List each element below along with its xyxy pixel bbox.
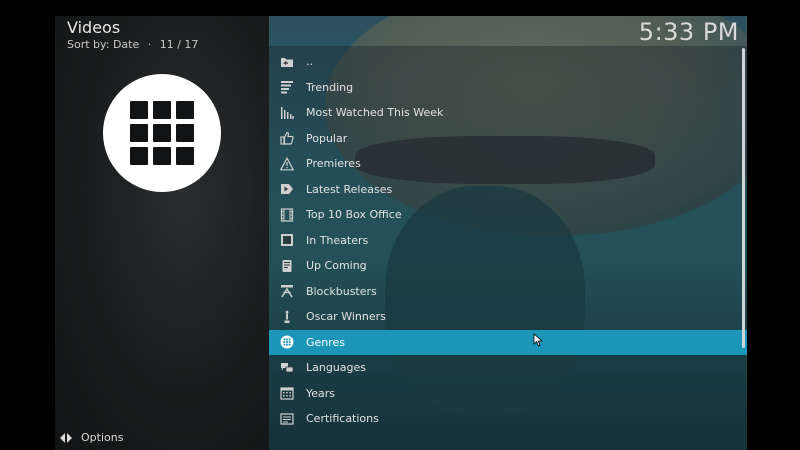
list-item-label: ..: [306, 55, 313, 69]
video-tag-icon: [279, 181, 295, 197]
list-item-popular[interactable]: Popular: [269, 126, 747, 152]
list-item-label: Most Watched This Week: [306, 106, 444, 120]
sort-separator: ·: [147, 38, 152, 51]
list-item-label: Certifications: [306, 412, 379, 426]
mouse-cursor-icon: [533, 332, 544, 351]
list-item-label: Top 10 Box Office: [306, 208, 402, 222]
sort-label[interactable]: Sort by: Date: [67, 38, 139, 51]
list-item-most-watched[interactable]: Most Watched This Week: [269, 100, 747, 126]
list-item-label: Genres: [306, 335, 346, 349]
calendar-page-icon: [279, 258, 295, 274]
list-item-label: Popular: [306, 131, 348, 145]
page-title: Videos: [67, 18, 121, 37]
grid-icon: [279, 334, 295, 350]
item-position: 11 / 17: [159, 38, 199, 51]
list-item-certifications[interactable]: Certifications: [269, 406, 747, 432]
blockbuster-icon: [279, 283, 295, 299]
list-item-label: Languages: [306, 361, 367, 375]
list-item-years[interactable]: Years: [269, 381, 747, 407]
list-item-label: Oscar Winners: [306, 310, 386, 324]
trending-icon: [279, 79, 295, 95]
bar-chart-icon: [279, 105, 295, 121]
certificate-icon: [279, 411, 295, 427]
list-item-oscar-winners[interactable]: Oscar Winners: [269, 304, 747, 330]
oscar-icon: [279, 309, 295, 325]
list-item-in-theaters[interactable]: In Theaters: [269, 228, 747, 254]
languages-icon: [279, 360, 295, 376]
list-item-box-office[interactable]: Top 10 Box Office: [269, 202, 747, 228]
grid-icon: [130, 101, 194, 165]
folder-back-icon: [279, 54, 295, 70]
screen-icon: [279, 232, 295, 248]
list-item-parent[interactable]: ..: [269, 49, 747, 75]
menu-list: .. Trending Most Watched This Week Popul…: [269, 49, 747, 432]
list-item-trending[interactable]: Trending: [269, 75, 747, 101]
kodi-screen: Videos Sort by: Date · 11 / 17 5:33 PM .…: [55, 16, 747, 450]
options-button[interactable]: Options: [59, 431, 123, 444]
calendar-icon: [279, 385, 295, 401]
list-item-latest-releases[interactable]: Latest Releases: [269, 177, 747, 203]
list-item-label: Latest Releases: [306, 182, 393, 196]
list-item-label: Premieres: [306, 157, 361, 171]
list-item-languages[interactable]: Languages: [269, 355, 747, 381]
thumbnail: [103, 74, 221, 192]
clock: 5:33 PM: [638, 18, 739, 46]
list-item-label: Up Coming: [306, 259, 367, 273]
list-item-genres[interactable]: Genres: [269, 329, 747, 355]
list-item-label: Years: [306, 386, 336, 400]
options-arrows-icon: [59, 432, 73, 444]
warning-icon: [279, 156, 295, 172]
list-item-up-coming[interactable]: Up Coming: [269, 253, 747, 279]
scrollbar[interactable]: [742, 48, 745, 348]
list-item-label: Blockbusters: [306, 284, 377, 298]
options-label: Options: [81, 431, 124, 444]
list-item-blockbusters[interactable]: Blockbusters: [269, 279, 747, 305]
list-item-premieres[interactable]: Premieres: [269, 151, 747, 177]
film-icon: [279, 207, 295, 223]
sort-info: Sort by: Date · 11 / 17: [67, 38, 198, 51]
list-item-label: In Theaters: [306, 233, 369, 247]
list-item-label: Trending: [306, 80, 354, 94]
thumbs-up-icon: [279, 130, 295, 146]
